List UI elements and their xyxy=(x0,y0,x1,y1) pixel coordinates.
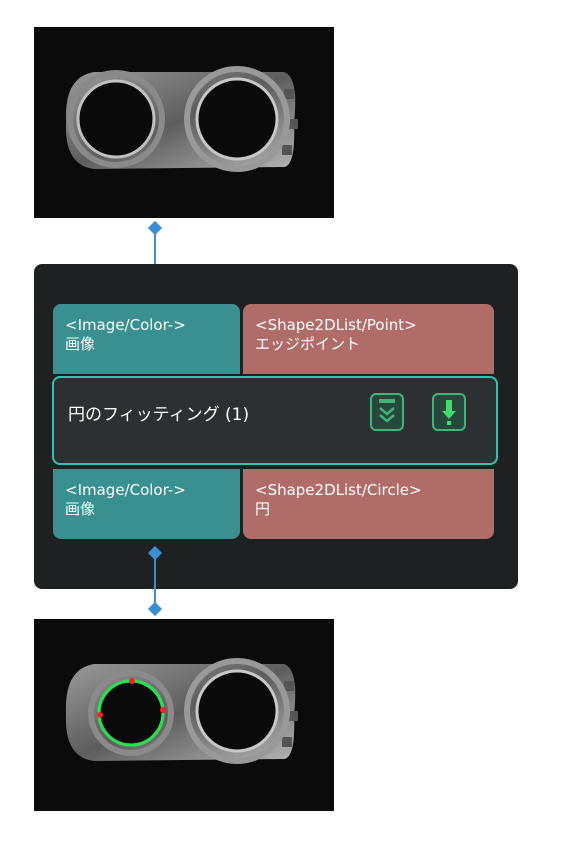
edge-point xyxy=(97,712,103,718)
edge-point xyxy=(160,707,166,713)
port-name: エッジポイント xyxy=(255,335,361,353)
port-type-label: <Shape2DList/Point> xyxy=(255,316,417,334)
output-port-circle[interactable]: <Shape2DList/Circle> 円 xyxy=(243,469,494,539)
output-image-preview xyxy=(34,619,334,811)
chevrons-down-icon xyxy=(379,399,395,423)
node-panel: <Image/Color-> 画像 <Shape2DList/Point> エッ… xyxy=(34,264,518,589)
input-port-image[interactable]: <Image/Color-> 画像 xyxy=(53,304,240,374)
input-image-preview xyxy=(34,27,334,218)
output-port-image[interactable]: <Image/Color-> 画像 xyxy=(53,469,240,539)
metal-part-fitted-image xyxy=(34,619,334,811)
port-type-label: <Image/Color-> xyxy=(65,316,186,334)
edge-point xyxy=(129,678,135,684)
input-port-edge-points[interactable]: <Shape2DList/Point> エッジポイント xyxy=(243,304,494,374)
collapse-button[interactable] xyxy=(370,393,404,431)
port-name: 画像 xyxy=(65,500,96,518)
port-name: 円 xyxy=(255,500,271,518)
port-type-label: <Image/Color-> xyxy=(65,481,186,499)
connector-diamond[interactable] xyxy=(147,601,163,617)
step-title: 円のフィッティング (1) xyxy=(68,405,250,425)
download-arrow-icon xyxy=(442,400,456,425)
port-name: 画像 xyxy=(65,335,96,353)
connector-diamond[interactable] xyxy=(147,220,163,236)
circle-fitting-step[interactable]: 円のフィッティング (1) xyxy=(52,376,498,465)
connector-line-bottom xyxy=(154,553,156,609)
download-button[interactable] xyxy=(432,393,466,431)
metal-part-image xyxy=(34,27,334,218)
port-type-label: <Shape2DList/Circle> xyxy=(255,481,422,499)
